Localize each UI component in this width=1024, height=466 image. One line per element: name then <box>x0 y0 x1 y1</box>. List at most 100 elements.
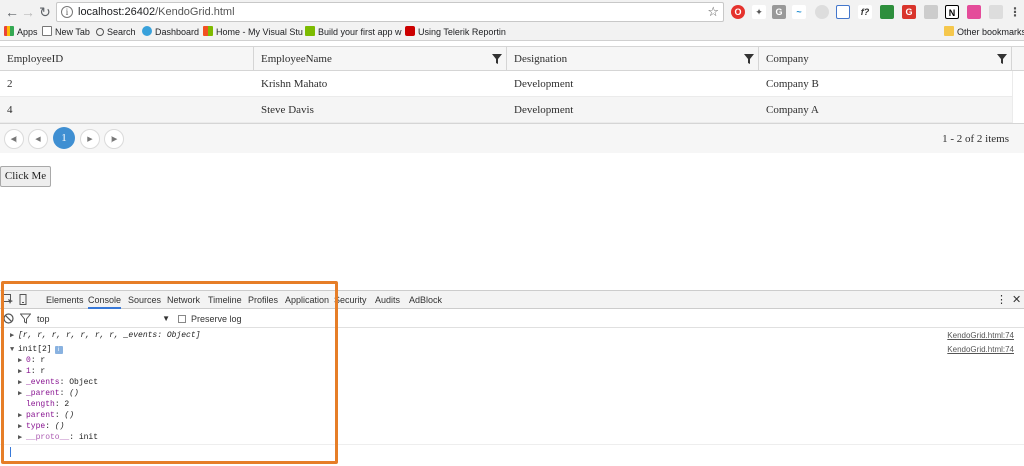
filter-icon[interactable] <box>492 54 502 64</box>
address-bar[interactable]: i localhost:26402/KendoGrid.html ☆ <box>56 2 724 22</box>
console-entry[interactable]: ▼ init[2] i KendoGrid.html:74 <box>0 345 1024 355</box>
g-extension-icon[interactable]: G <box>772 5 786 19</box>
filter-icon[interactable] <box>20 313 31 324</box>
forward-icon[interactable]: → <box>20 3 36 21</box>
object-property[interactable]: ▶ parent: () <box>0 411 1024 421</box>
context-select[interactable]: top ▼ <box>37 313 170 325</box>
grey2-extension-icon[interactable] <box>989 5 1003 19</box>
bookmark-build-app[interactable]: Build your first app w <box>305 26 402 39</box>
object-property[interactable]: ▶ 1: r <box>0 367 1024 377</box>
column-header-employeeid[interactable]: EmployeeID <box>0 47 254 71</box>
filter-icon[interactable] <box>744 54 754 64</box>
tab-console[interactable]: Console <box>88 291 122 309</box>
table-row[interactable]: 4 Steve Davis Development Company A <box>0 97 1024 123</box>
formula-extension-icon[interactable]: f? <box>858 5 872 19</box>
clear-console-icon[interactable] <box>3 313 14 324</box>
bookmark-new-tab[interactable]: New Tab <box>42 26 90 39</box>
other-bookmarks[interactable]: Other bookmarks <box>944 26 1024 39</box>
bookmark-dashboard[interactable]: Dashboard <box>142 26 199 39</box>
devtools-menu-icon[interactable]: ⋮ <box>996 291 1007 309</box>
preserve-log-checkbox[interactable] <box>178 315 186 323</box>
click-me-button[interactable]: Click Me <box>0 166 51 187</box>
cell-company: Company A <box>766 104 819 116</box>
grid-scrollbar[interactable] <box>1012 71 1024 123</box>
object-property[interactable]: ▶ 0: r <box>0 356 1024 366</box>
console-filter-bar: top ▼ Preserve log <box>0 310 1024 328</box>
first-page-icon[interactable]: ◀| <box>4 129 24 149</box>
page-number-current[interactable]: 1 <box>53 127 75 149</box>
console-entry[interactable]: ▶ [r, r, r, r, r, r, r, _events: Object] … <box>0 331 1024 341</box>
tab-security[interactable]: Security <box>334 291 367 309</box>
column-header-employeename[interactable]: EmployeeName <box>254 47 507 71</box>
column-header-company[interactable]: Company <box>759 47 1012 71</box>
tab-application[interactable]: Application <box>285 291 329 309</box>
bookmark-star-icon[interactable]: ☆ <box>707 4 719 20</box>
object-property[interactable]: ▶ _parent: () <box>0 389 1024 399</box>
last-page-icon[interactable]: |▶ <box>104 129 124 149</box>
property-value: () <box>69 389 79 398</box>
object-property[interactable]: ▶ _events: Object <box>0 378 1024 388</box>
prev-page-icon[interactable]: ◀ <box>28 129 48 149</box>
reload-icon[interactable]: ↻ <box>37 3 53 21</box>
table-row[interactable]: 2 Krishn Mahato Development Company B <box>0 71 1024 97</box>
devtools-panel: Elements Console Sources Network Timelin… <box>0 290 1024 466</box>
filter-icon[interactable] <box>997 54 1007 64</box>
folder-icon <box>944 26 954 36</box>
close-icon[interactable]: ✕ <box>1012 291 1021 309</box>
bookmark-apps[interactable]: Apps <box>4 26 38 39</box>
bookmark-visual-studio[interactable]: Home - My Visual Stu <box>203 26 303 39</box>
sheets-extension-icon[interactable] <box>880 5 894 19</box>
tab-network[interactable]: Network <box>167 291 200 309</box>
cell-employeename: Krishn Mahato <box>261 78 328 90</box>
circle-extension-icon[interactable] <box>815 5 829 19</box>
menu-icon[interactable]: ⋮ <box>1008 5 1022 19</box>
notion-extension-icon[interactable]: N <box>945 5 959 19</box>
device-toolbar-icon[interactable] <box>18 294 29 305</box>
tab-timeline[interactable]: Timeline <box>208 291 242 309</box>
object-property[interactable]: ▶ type: () <box>0 422 1024 432</box>
grey-extension-icon[interactable] <box>924 5 938 19</box>
g-red-extension-icon[interactable]: G <box>902 5 916 19</box>
tab-adblock[interactable]: AdBlock <box>409 291 442 309</box>
back-icon[interactable]: ← <box>4 3 20 21</box>
page-icon <box>42 26 52 36</box>
property-value: init <box>78 433 99 442</box>
bookmark-search[interactable]: Search <box>96 26 136 39</box>
expand-triangle-icon[interactable]: ▶ <box>18 378 26 388</box>
cell-employeename: Steve Davis <box>261 104 314 116</box>
expand-triangle-icon[interactable]: ▶ <box>18 356 26 366</box>
source-link[interactable]: KendoGrid.html:74 <box>947 331 1014 341</box>
tab-audits[interactable]: Audits <box>375 291 400 309</box>
cell-designation: Development <box>514 78 574 90</box>
console-message: init[2] <box>18 345 52 354</box>
column-title: Designation <box>514 53 568 65</box>
puzzle-extension-icon[interactable]: ✦ <box>752 5 766 19</box>
property-key: _parent <box>26 389 60 398</box>
expand-triangle-icon[interactable]: ▶ <box>18 411 26 421</box>
wave-extension-icon[interactable]: ~ <box>792 5 806 19</box>
page-info-icon[interactable]: i <box>61 6 73 18</box>
next-page-icon[interactable]: ▶ <box>80 129 100 149</box>
tab-sources[interactable]: Sources <box>128 291 161 309</box>
expand-triangle-icon[interactable]: ▶ <box>18 433 26 443</box>
property-value: Object <box>69 378 99 387</box>
preserve-log-label: Preserve log <box>191 314 242 324</box>
column-header-designation[interactable]: Designation <box>507 47 759 71</box>
inspect-icon[interactable] <box>3 294 14 305</box>
bookmark-label: Dashboard <box>155 27 200 37</box>
pink-extension-icon[interactable] <box>967 5 981 19</box>
expand-triangle-icon[interactable]: ▶ <box>18 367 26 377</box>
expand-triangle-icon[interactable]: ▶ <box>18 422 26 432</box>
object-property[interactable]: ▶ __proto__: init <box>0 433 1024 443</box>
opera-extension-icon[interactable]: O <box>731 5 745 19</box>
source-link[interactable]: KendoGrid.html:74 <box>947 345 1014 355</box>
expand-triangle-icon[interactable]: ▶ <box>18 389 26 399</box>
tab-elements[interactable]: Elements <box>46 291 84 309</box>
browser-toolbar: ← → ↻ i localhost:26402/KendoGrid.html ☆… <box>0 0 1024 24</box>
collapse-triangle-icon[interactable]: ▼ <box>10 345 18 355</box>
tab-profiles[interactable]: Profiles <box>248 291 278 309</box>
console-prompt-caret[interactable] <box>10 447 11 457</box>
bookmark-telerik[interactable]: Using Telerik Reportin <box>405 26 506 39</box>
capture-extension-icon[interactable] <box>836 5 850 19</box>
expand-triangle-icon[interactable]: ▶ <box>10 331 18 341</box>
